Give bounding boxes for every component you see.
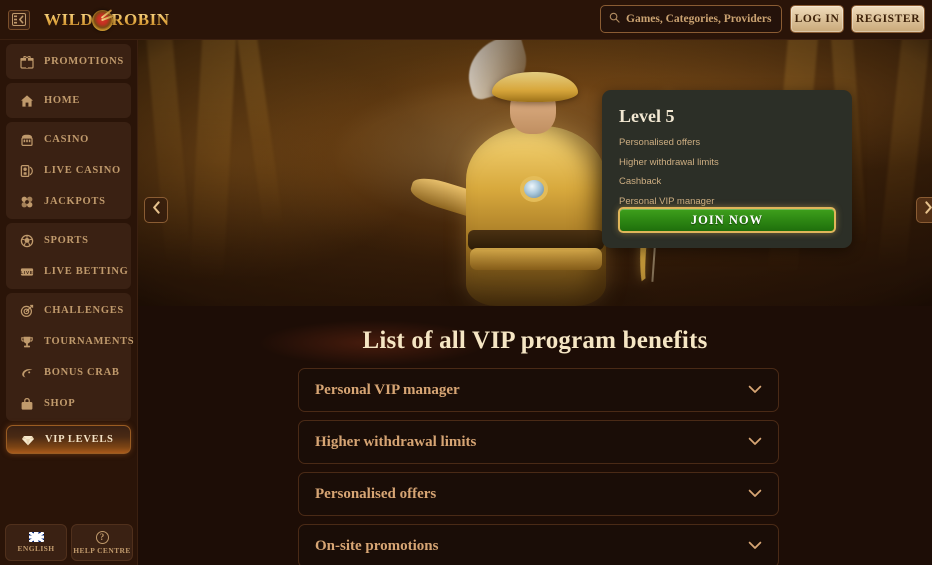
sidebar-item-label: TOURNAMENTS: [44, 336, 135, 347]
jackpot-icon: [19, 194, 35, 210]
sidebar-item-tournaments[interactable]: TOURNAMENTS: [6, 326, 135, 357]
nav-group: CASINO LIVE CASINO JACKPOTS: [6, 122, 131, 219]
accordion-label: On-site promotions: [315, 537, 439, 554]
language-label: ENGLISH: [17, 544, 55, 553]
sidebar-item-vip-levels[interactable]: VIP LEVELS: [6, 425, 131, 454]
sidebar-item-label: BONUS CRAB: [44, 367, 120, 378]
sidebar-item-live-casino[interactable]: LIVE CASINO: [6, 155, 131, 186]
login-button[interactable]: LOG IN: [790, 5, 844, 33]
sidebar-item-label: VIP LEVELS: [45, 434, 114, 445]
sidebar-item-label: CHALLENGES: [44, 305, 124, 316]
join-now-button[interactable]: JOIN NOW: [618, 207, 836, 233]
sidebar-item-label: HOME: [44, 95, 81, 106]
chevron-right-icon: [924, 201, 932, 219]
search-icon: [609, 10, 620, 28]
sidebar-item-casino[interactable]: CASINO: [6, 124, 131, 155]
accordion-item-on-site-promotions[interactable]: On-site promotions: [298, 524, 779, 565]
nav-group: SPORTS LIVE LIVE BETTING: [6, 223, 131, 289]
chevron-left-icon: [152, 201, 161, 219]
sidebar-item-live-betting[interactable]: LIVE LIVE BETTING: [6, 256, 131, 287]
carousel-next-button[interactable]: [916, 197, 932, 223]
site-logo[interactable]: WILD ROBIN: [44, 6, 169, 34]
home-icon: [19, 93, 35, 109]
svg-text:LIVE: LIVE: [20, 270, 33, 275]
sidebar-item-label: CASINO: [44, 134, 90, 145]
uk-flag-icon: [28, 532, 44, 542]
main-sidebar: PROMOTIONS HOME CASINO LIVE CASINO JACKP…: [0, 40, 138, 565]
vip-level-title: Level 5: [619, 106, 675, 126]
nav-group: CHALLENGES TOURNAMENTS BONUS CRAB SHOP: [6, 293, 135, 421]
question-mark-icon: ?: [95, 530, 109, 544]
accordion-item-higher-withdrawal-limits[interactable]: Higher withdrawal limits: [298, 420, 779, 464]
accordion-label: Higher withdrawal limits: [315, 433, 477, 450]
football-icon: [19, 233, 35, 249]
archery-target-icon: [92, 10, 114, 31]
accordion-label: Personalised offers: [315, 485, 437, 502]
sidebar-item-promotions[interactable]: PROMOTIONS: [6, 46, 131, 77]
top-header: WILD ROBIN Games, Categories, Providers …: [0, 0, 932, 40]
sidebar-footer: ENGLISH ? HELP CENTRE: [0, 524, 138, 561]
live-betting-icon: LIVE: [19, 264, 35, 280]
logo-text-robin: ROBIN: [111, 9, 170, 29]
register-button[interactable]: REGISTER: [851, 5, 925, 33]
vip-benefit-item: Cashback: [619, 176, 662, 187]
help-centre-button[interactable]: ? HELP CENTRE: [71, 524, 133, 561]
trophy-icon: [19, 334, 35, 350]
carousel-prev-button[interactable]: [144, 197, 168, 223]
diamond-icon: [20, 432, 36, 448]
sidebar-item-bonus-crab[interactable]: BONUS CRAB: [6, 357, 131, 388]
sidebar-item-label: SPORTS: [44, 235, 89, 246]
page-title: List of all VIP program benefits: [362, 327, 708, 354]
chevron-down-icon[interactable]: [748, 433, 762, 451]
accordion-label: Personal VIP manager: [315, 381, 460, 398]
accordion-item-personal-vip-manager[interactable]: Personal VIP manager: [298, 368, 779, 412]
chevron-down-icon[interactable]: [748, 537, 762, 555]
sidebar-item-jackpots[interactable]: JACKPOTS: [6, 186, 131, 217]
logo-text-wild: WILD: [44, 9, 94, 29]
search-placeholder-text: Games, Categories, Providers: [626, 13, 772, 25]
bag-icon: [19, 396, 35, 412]
vip-benefit-item: Higher withdrawal limits: [619, 156, 719, 168]
nav-group: VIP LEVELS: [6, 425, 131, 454]
sidebar-collapse-icon[interactable]: [8, 9, 30, 30]
sidebar-item-sports[interactable]: SPORTS: [6, 225, 131, 256]
main-content: List of all VIP program benefits Persona…: [138, 306, 932, 565]
gift-icon: [19, 54, 35, 70]
slot-machine-icon: [19, 132, 35, 148]
vip-level-card: Level 5 Personalised offers Higher withd…: [602, 90, 852, 248]
nav-group: HOME: [6, 83, 131, 118]
chevron-down-icon[interactable]: [748, 485, 762, 503]
vip-benefit-item: Personalised offers: [619, 137, 701, 148]
sidebar-item-label: PROMOTIONS: [44, 56, 124, 67]
language-selector[interactable]: ENGLISH: [5, 524, 67, 561]
chevron-down-icon[interactable]: [748, 381, 762, 399]
crab-icon: [19, 365, 35, 381]
nav-group: PROMOTIONS: [6, 44, 131, 79]
vip-benefit-item: Personal VIP manager: [619, 195, 715, 207]
live-casino-icon: [19, 163, 35, 179]
benefits-accordion: Personal VIP manager Higher withdrawal l…: [298, 368, 779, 565]
promo-banner-carousel[interactable]: Level 5 Personalised offers Higher withd…: [138, 40, 932, 306]
help-centre-label: HELP CENTRE: [73, 545, 131, 555]
sidebar-item-label: LIVE BETTING: [44, 266, 129, 277]
sidebar-item-home[interactable]: HOME: [6, 85, 131, 116]
sidebar-item-shop[interactable]: SHOP: [6, 388, 131, 419]
target-icon: [19, 303, 35, 319]
sidebar-item-challenges[interactable]: CHALLENGES: [6, 295, 131, 326]
sidebar-item-label: SHOP: [44, 398, 76, 409]
sidebar-item-label: LIVE CASINO: [44, 165, 121, 176]
sidebar-item-label: JACKPOTS: [44, 196, 106, 207]
search-input[interactable]: Games, Categories, Providers: [600, 5, 782, 33]
accordion-item-personalised-offers[interactable]: Personalised offers: [298, 472, 779, 516]
